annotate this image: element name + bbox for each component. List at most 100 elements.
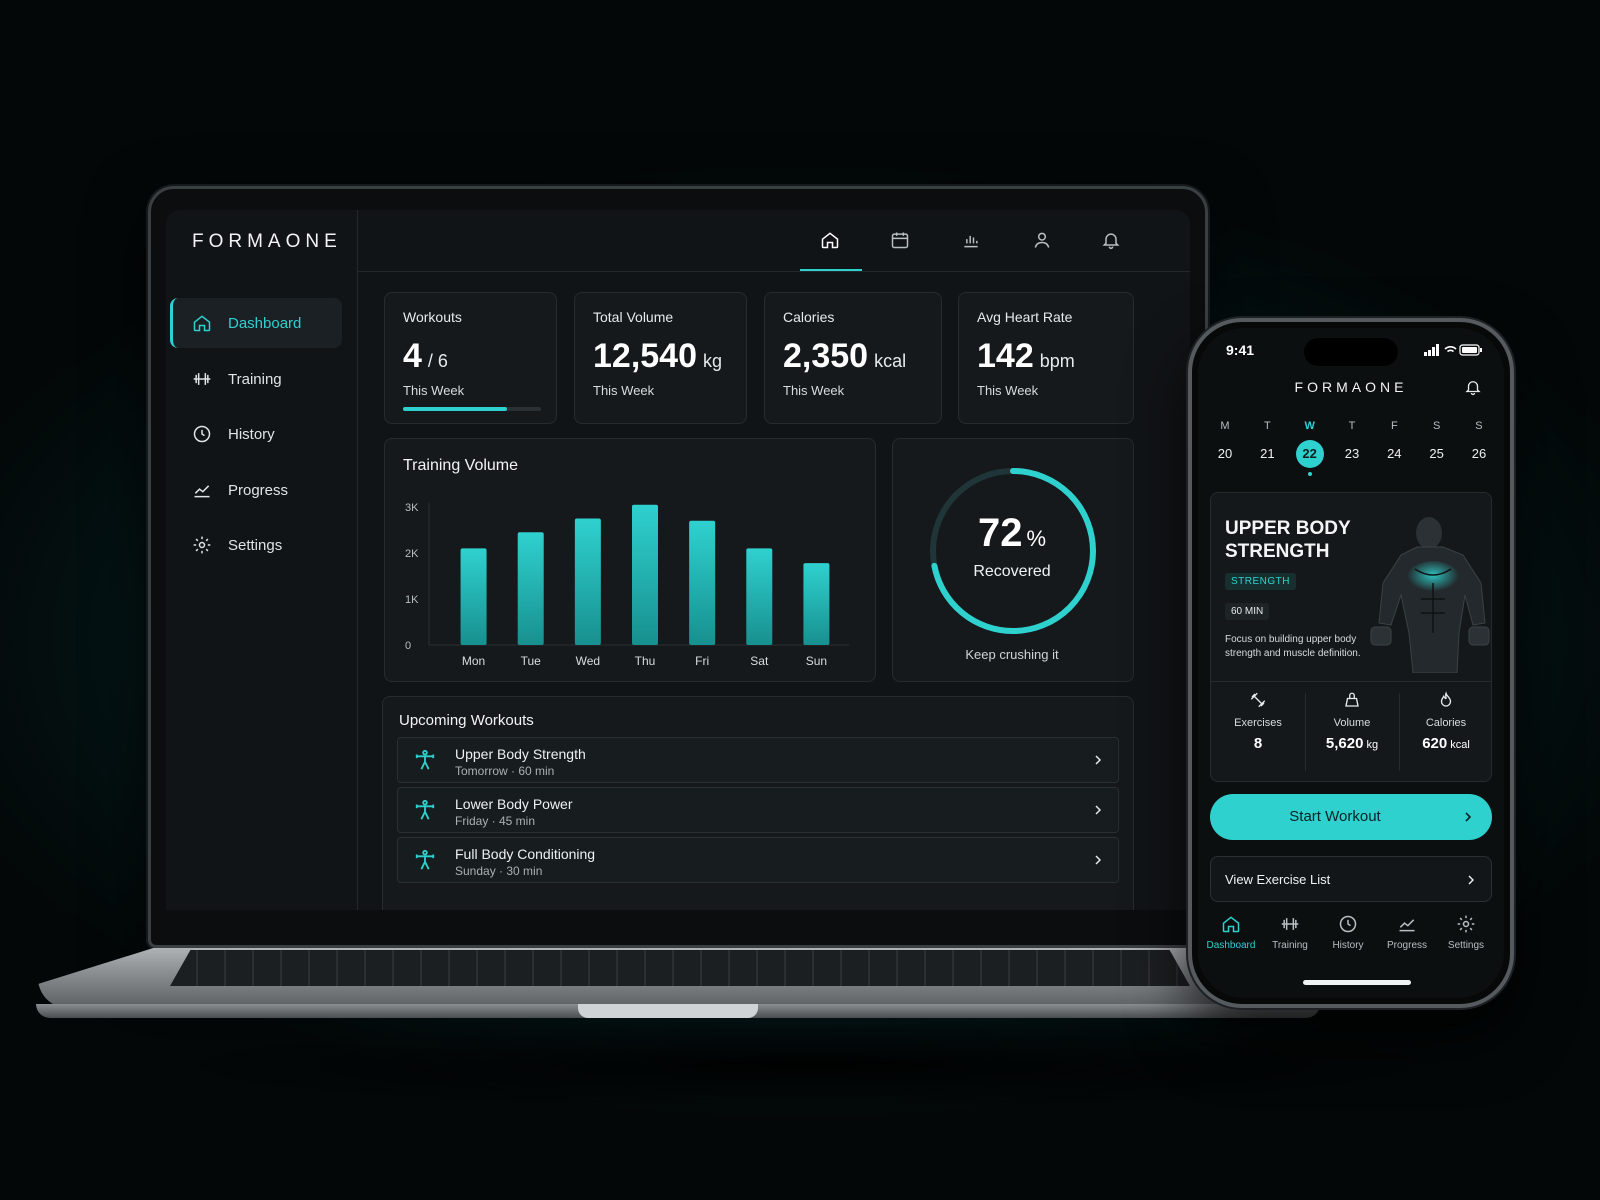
day-letter: M xyxy=(1220,420,1230,432)
scale-icon xyxy=(1345,692,1359,707)
day-thu[interactable]: T 23 xyxy=(1337,420,1367,476)
workout-hero-card[interactable]: UPPER BODY STRENGTH STRENGTH 60 MIN Focu… xyxy=(1210,492,1492,782)
upcoming-workout-row[interactable]: Lower Body Power Friday · 45 min xyxy=(397,787,1119,833)
sidebar-item-label: History xyxy=(228,425,275,443)
recovery-value: 72% xyxy=(977,511,1047,555)
day-letter: T xyxy=(1348,420,1356,432)
workout-meta: Friday · 45 min xyxy=(455,814,536,828)
recovery-unit: % xyxy=(1026,526,1047,551)
workout-title: UPPER BODY STRENGTH xyxy=(1225,518,1351,562)
nav-calendar-button[interactable] xyxy=(888,228,912,252)
y-tick-label: 3K xyxy=(405,502,419,514)
brand-logo: FORMAONE xyxy=(192,231,342,252)
laptop-trackpad-notch xyxy=(578,1004,758,1018)
metric-value: 8 xyxy=(1253,735,1263,752)
bar xyxy=(689,520,716,645)
button-label: View Exercise List xyxy=(1225,872,1331,887)
trend-icon xyxy=(1399,919,1415,932)
day-wed-selected[interactable]: W 22 xyxy=(1295,420,1325,476)
bar xyxy=(460,548,487,645)
day-sun[interactable]: S 26 xyxy=(1464,420,1494,476)
bar xyxy=(574,518,601,645)
sidebar-item-label: Dashboard xyxy=(228,314,302,332)
sidebar-item-training[interactable]: Training xyxy=(170,354,342,404)
nav-profile-button[interactable] xyxy=(1030,228,1054,252)
nav-stats-button[interactable] xyxy=(959,228,983,252)
user-icon xyxy=(1034,232,1050,248)
tab-dashboard[interactable]: Dashboard xyxy=(1201,914,1261,951)
stat-card-heart-rate: Avg Heart Rate 142 bpm This Week xyxy=(958,292,1134,424)
bar xyxy=(803,563,830,645)
day-number: 21 xyxy=(1260,446,1275,461)
day-number: 22 xyxy=(1295,440,1324,468)
sidebar-item-progress[interactable]: Progress xyxy=(170,465,342,515)
tab-label: Settings xyxy=(1447,940,1485,951)
stat-card-volume: Total Volume 12,540 kg This Week xyxy=(574,292,747,424)
tab-label: Training xyxy=(1272,940,1308,951)
stat-unit: bpm xyxy=(1039,351,1075,371)
chevron-right-icon xyxy=(1095,805,1102,815)
bell-icon xyxy=(1102,233,1120,250)
stat-subtitle: This Week xyxy=(783,383,845,398)
day-mon[interactable]: M 20 xyxy=(1210,420,1240,476)
stat-value: 142 bpm xyxy=(977,337,1075,375)
upcoming-workout-row[interactable]: Full Body Conditioning Sunday · 30 min xyxy=(397,837,1119,883)
day-number: 24 xyxy=(1387,446,1402,461)
upcoming-title: Upcoming Workouts xyxy=(399,712,534,729)
bar xyxy=(517,532,544,645)
sidebar-item-label: Progress xyxy=(228,481,289,499)
clock-icon xyxy=(1339,915,1357,933)
x-tick-label: Sun xyxy=(806,654,827,668)
nav-notifications-button[interactable] xyxy=(1099,228,1123,252)
y-tick-label: 0 xyxy=(405,640,411,652)
tab-training[interactable]: Training xyxy=(1260,914,1320,951)
chevron-right-icon xyxy=(1095,755,1102,765)
day-number: 26 xyxy=(1471,446,1487,461)
trend-icon xyxy=(194,485,210,498)
floor-shadow xyxy=(140,1020,1480,1110)
tab-progress[interactable]: Progress xyxy=(1377,914,1437,951)
recovery-caption: Keep crushing it xyxy=(965,647,1059,662)
workout-description: Focus on building upper body strength an… xyxy=(1225,634,1361,659)
day-number: 23 xyxy=(1344,446,1360,461)
brand-logo: FORMAONE xyxy=(1294,379,1408,395)
workouts-progress-bar xyxy=(403,407,541,411)
upcoming-workout-row[interactable]: Upper Body Strength Tomorrow · 60 min xyxy=(397,737,1119,783)
stat-label: Workouts xyxy=(403,309,462,325)
stat-value: 12,540 kg xyxy=(593,337,723,375)
day-fri[interactable]: F 24 xyxy=(1379,420,1409,476)
day-letter: W xyxy=(1304,420,1315,432)
desktop-app: FORMAONE Dashboard Training History Prog… xyxy=(166,210,1190,910)
metric-volume: Volume 5,620 kg xyxy=(1305,691,1399,752)
metric-unit: kcal xyxy=(1450,739,1470,751)
sidebar-item-settings[interactable]: Settings xyxy=(170,520,342,570)
day-letter: S xyxy=(1432,420,1441,432)
battery-icon xyxy=(1459,344,1482,356)
start-workout-button[interactable]: Start Workout xyxy=(1210,794,1492,840)
x-tick-label: Tue xyxy=(521,654,542,668)
tab-settings[interactable]: Settings xyxy=(1436,914,1496,951)
day-sat[interactable]: S 25 xyxy=(1422,420,1452,476)
tab-history[interactable]: History xyxy=(1318,914,1378,951)
wifi-icon xyxy=(1444,346,1457,353)
gear-icon xyxy=(1457,915,1475,933)
view-exercise-list-button[interactable]: View Exercise List xyxy=(1210,856,1492,902)
bar-chart-icon xyxy=(964,235,978,248)
metric-label: Volume xyxy=(1333,717,1371,729)
day-letter: F xyxy=(1390,420,1398,432)
home-indicator xyxy=(1303,980,1411,985)
workout-tag: STRENGTH xyxy=(1225,573,1296,590)
signal-icon xyxy=(1424,344,1439,356)
stat-card-calories: Calories 2,350 kcal This Week xyxy=(764,292,942,424)
bell-icon[interactable] xyxy=(1464,378,1482,396)
sidebar-item-dashboard[interactable]: Dashboard xyxy=(170,298,342,348)
recovery-label: Recovered xyxy=(973,563,1051,580)
sidebar-item-history[interactable]: History xyxy=(170,409,342,459)
stat-subtitle: This Week xyxy=(977,383,1039,398)
stat-value: 4/ 6 xyxy=(403,337,448,375)
nav-home-button[interactable] xyxy=(818,228,842,252)
tab-label: Progress xyxy=(1386,940,1427,951)
day-tue[interactable]: T 21 xyxy=(1252,420,1282,476)
metric-value: 5,620 kg xyxy=(1325,735,1379,752)
stat-unit: kcal xyxy=(874,351,907,371)
